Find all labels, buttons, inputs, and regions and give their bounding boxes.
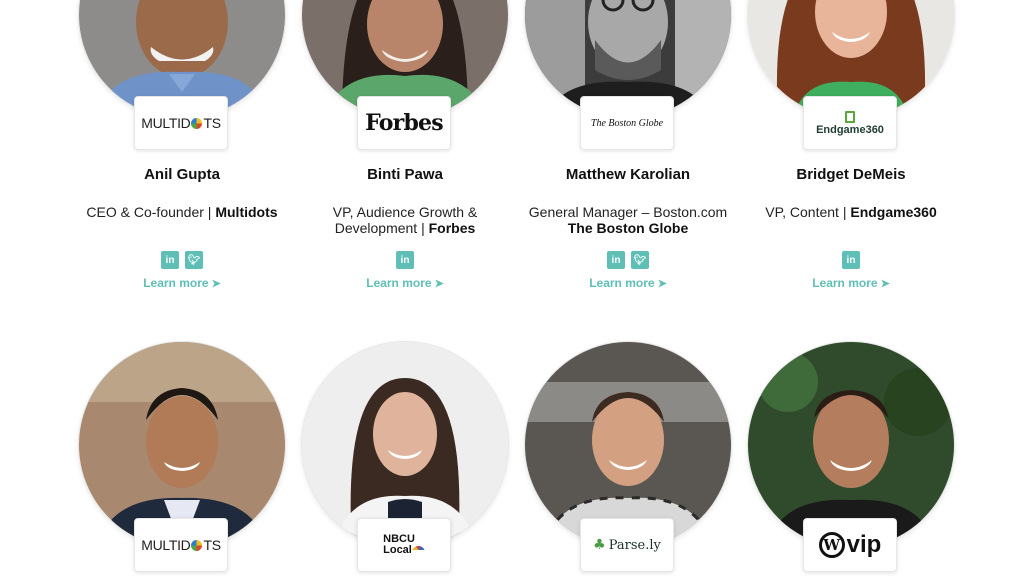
learn-more-link[interactable]: Learn more ➤ [739,276,963,290]
learn-more-link[interactable]: Learn more ➤ [70,276,294,290]
speaker-name: Bridget DeMeis [796,166,906,183]
company-logo-endgame360: Endgame360 [803,96,897,150]
boston-globe-logo: The Boston Globe [590,117,664,129]
linkedin-icon[interactable]: in [396,251,414,269]
multidots-dot-icon [191,117,203,129]
social-links: in 🐦︎ [516,251,740,269]
arrow-icon: ➤ [880,278,890,290]
endgame360-logo: Endgame360 [816,110,884,136]
twitter-icon[interactable]: 🐦︎ [631,251,649,269]
parsely-logo: ♣ Parse.ly [593,537,661,553]
social-links: in 🐦︎ [70,251,294,269]
speaker-role: CEO & Co-founder | Multidots [86,204,278,220]
leaf-icon: ♣ [593,537,606,553]
social-links: in [739,251,963,269]
speaker-name: Binti Pawa [367,166,443,183]
linkedin-icon[interactable]: in [842,251,860,269]
forbes-logo: Forbes [365,110,443,136]
learn-more-link[interactable]: Learn more ➤ [516,276,740,290]
endgame-mark-icon [845,110,855,123]
company-logo-wpvip: Wvip [803,518,897,572]
arrow-icon: ➤ [434,278,444,290]
learn-more-link[interactable]: Learn more ➤ [293,276,517,290]
arrow-icon: ➤ [211,278,221,290]
speaker-role: VP, Content | Endgame360 [765,204,937,220]
wpvip-logo: Wvip [818,531,881,559]
speaker-role: General Manager – Boston.com The Boston G… [528,204,728,236]
arrow-icon: ➤ [657,278,667,290]
multidots-logo: MULTID TS [141,115,221,131]
multidots-dot-icon [191,539,203,551]
twitter-icon[interactable]: 🐦︎ [185,251,203,269]
company-logo-forbes: Forbes [357,96,451,150]
speaker-name: Matthew Karolian [565,166,691,183]
company-logo-multidots: MULTID TS [134,96,228,150]
company-logo-parsely: ♣ Parse.ly [580,518,674,572]
linkedin-icon[interactable]: in [161,251,179,269]
multidots-logo: MULTID TS [141,537,221,553]
nbcu-local-logo: NBCU Local [383,534,425,556]
speaker-role: VP, Audience Growth & Development | Forb… [332,204,478,236]
company-logo-nbcu-local: NBCU Local [357,518,451,572]
speaker-name: Anil Gupta [144,166,220,183]
wordpress-icon: W [818,532,845,558]
social-links: in [293,251,517,269]
peacock-icon [411,546,425,555]
company-logo-multidots: MULTID TS [134,518,228,572]
linkedin-icon[interactable]: in [607,251,625,269]
company-logo-boston-globe: The Boston Globe [580,96,674,150]
